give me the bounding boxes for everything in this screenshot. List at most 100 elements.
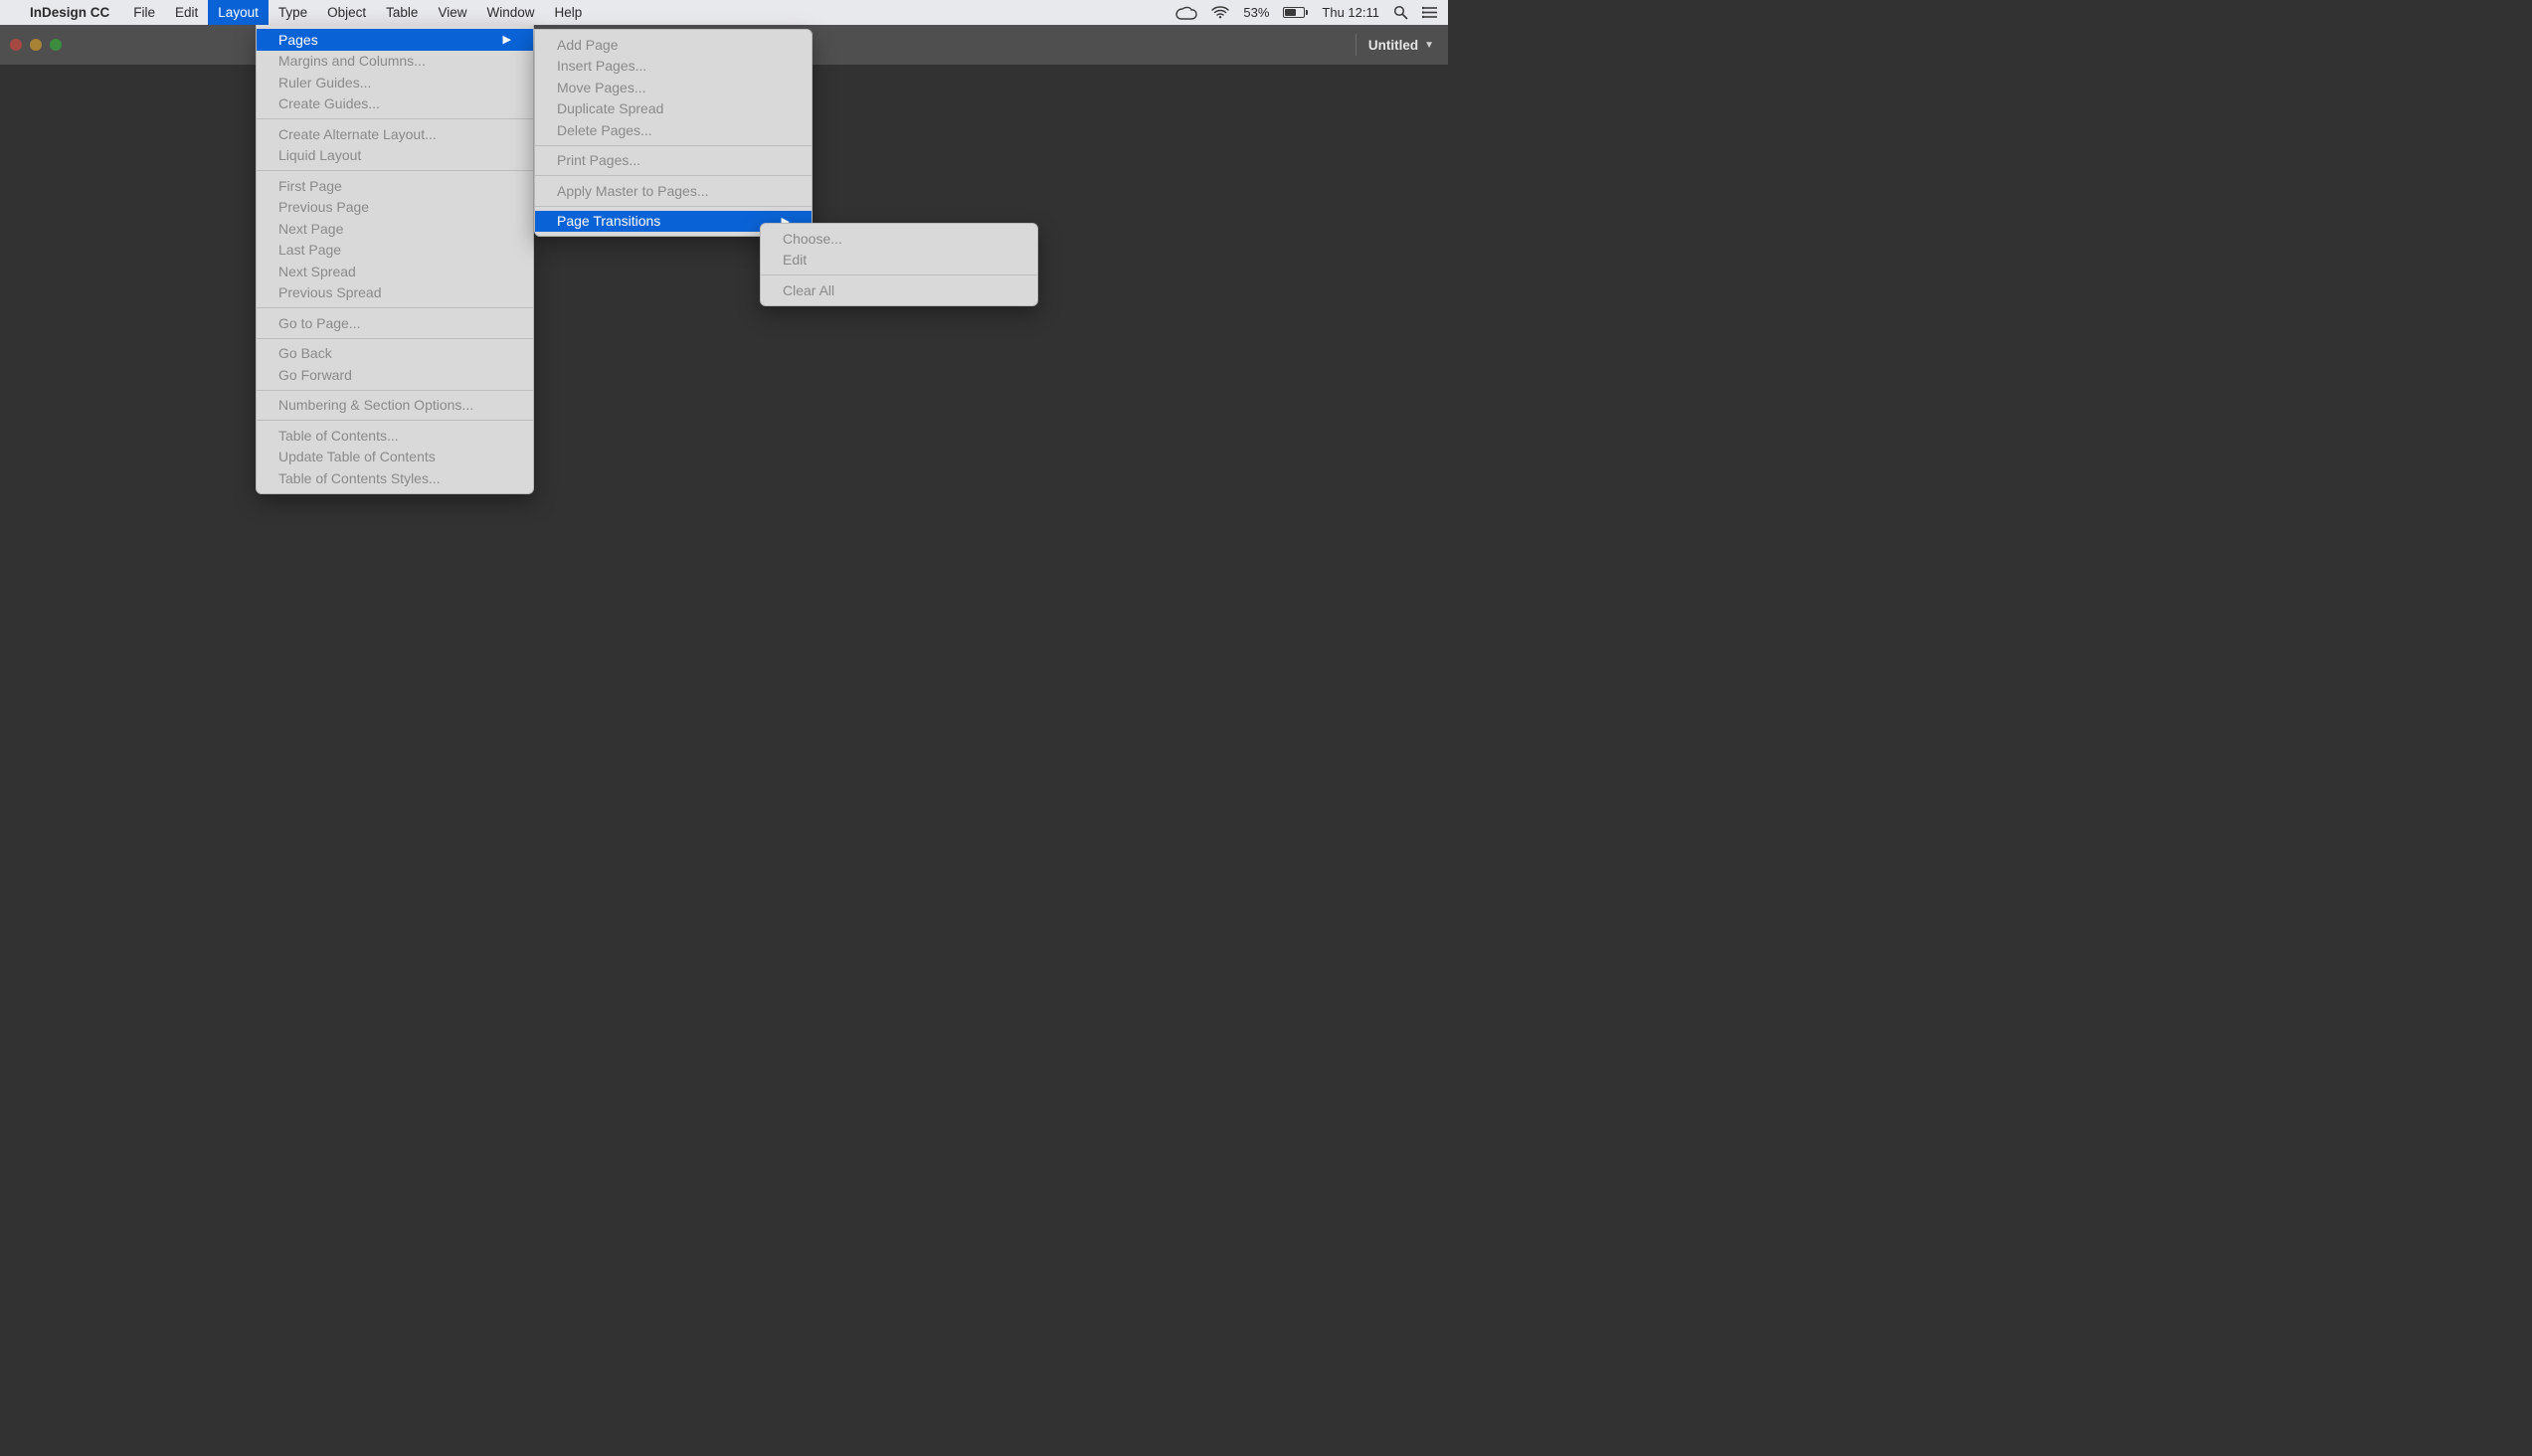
menu-item-label: Go to Page... — [278, 315, 361, 331]
menubar-item-type[interactable]: Type — [269, 0, 317, 25]
menu-item-label: Edit — [783, 252, 807, 268]
macos-menubar: InDesign CC FileEditLayoutTypeObjectTabl… — [0, 0, 1448, 25]
creative-cloud-icon[interactable] — [1176, 6, 1197, 20]
transitions-menu-item-clear-all: Clear All — [761, 279, 1037, 301]
menu-item-label: Go Back — [278, 345, 332, 361]
pages-menu-item-add-page: Add Page — [535, 34, 812, 56]
menu-item-label: Print Pages... — [557, 152, 640, 168]
layout-menu-item-create-alternate-layout: Create Alternate Layout... — [257, 123, 533, 145]
menu-separator — [257, 338, 533, 339]
notification-center-icon[interactable] — [1422, 6, 1438, 19]
chevron-down-icon: ▼ — [1424, 40, 1434, 51]
layout-menu-item-previous-spread: Previous Spread — [257, 282, 533, 304]
menu-item-label: Previous Page — [278, 199, 369, 215]
menu-item-label: Create Alternate Layout... — [278, 126, 437, 142]
menubar-item-layout[interactable]: Layout — [208, 0, 269, 25]
layout-menu-item-go-back: Go Back — [257, 343, 533, 365]
menubar-item-object[interactable]: Object — [317, 0, 376, 25]
transitions-menu-item-edit: Edit — [761, 250, 1037, 272]
document-title: Untitled — [1368, 38, 1418, 53]
menu-item-label: Last Page — [278, 242, 341, 258]
layout-menu-dropdown: Pages ▶ Margins and Columns... Ruler Guides… — [256, 25, 534, 494]
layout-menu-item-margins-and-columns: Margins and Columns... — [257, 51, 533, 73]
layout-menu-item-ruler-guides: Ruler Guides... — [257, 72, 533, 93]
layout-menu-item-update-table-of-contents: Update Table of Contents — [257, 447, 533, 468]
menu-item-label: Ruler Guides... — [278, 75, 371, 91]
menu-item-label: First Page — [278, 178, 342, 194]
menubar-item-help[interactable]: Help — [544, 0, 592, 25]
menu-item-label: Insert Pages... — [557, 58, 646, 74]
menubar-item-table[interactable]: Table — [376, 0, 428, 25]
layout-menu-item-previous-page: Previous Page — [257, 197, 533, 219]
battery-icon[interactable] — [1283, 7, 1308, 18]
menubar-right: 53% Thu 12:11 — [1176, 5, 1438, 20]
page-transitions-submenu-dropdown: Choose... Edit Clear All — [760, 223, 1038, 306]
menu-item-label: Table of Contents Styles... — [278, 470, 441, 486]
layout-menu-item-first-page: First Page — [257, 175, 533, 197]
menu-item-label: Margins and Columns... — [278, 53, 426, 69]
menu-item-label: Liquid Layout — [278, 147, 361, 163]
menu-separator — [257, 170, 533, 171]
menu-item-label: Update Table of Contents — [278, 449, 436, 464]
menu-item-label: Next Page — [278, 221, 343, 237]
app-name[interactable]: InDesign CC — [30, 5, 109, 20]
layout-menu-item-pages[interactable]: Pages ▶ — [257, 29, 533, 51]
battery-level — [1285, 9, 1296, 16]
battery-percent: 53% — [1243, 5, 1269, 20]
menu-separator — [257, 390, 533, 391]
menubar-item-window[interactable]: Window — [476, 0, 544, 25]
menu-item-label: Create Guides... — [278, 95, 380, 111]
window-minimize-button[interactable] — [30, 39, 42, 51]
menu-separator — [535, 175, 812, 176]
submenu-arrow-icon: ▶ — [503, 33, 511, 46]
window-traffic-lights — [10, 39, 62, 51]
document-title-dropdown[interactable]: Untitled ▼ — [1356, 34, 1434, 56]
menu-item-label: Next Spread — [278, 264, 356, 279]
menu-item-label: Duplicate Spread — [557, 100, 663, 116]
clock[interactable]: Thu 12:11 — [1322, 5, 1379, 20]
spotlight-search-icon[interactable] — [1393, 5, 1408, 20]
menu-item-label: Pages — [278, 32, 318, 48]
layout-menu-item-last-page: Last Page — [257, 240, 533, 262]
layout-menu-item-next-spread: Next Spread — [257, 261, 533, 282]
menubar-item-file[interactable]: File — [123, 0, 165, 25]
layout-menu-item-next-page: Next Page — [257, 218, 533, 240]
pages-menu-item-apply-master-to-pages: Apply Master to Pages... — [535, 180, 812, 202]
layout-menu-item-numbering-section-options: Numbering & Section Options... — [257, 395, 533, 417]
window-maximize-button[interactable] — [50, 39, 62, 51]
menu-separator — [535, 206, 812, 207]
menu-item-label: Choose... — [783, 231, 842, 247]
pages-menu-item-insert-pages: Insert Pages... — [535, 56, 812, 78]
menu-separator — [257, 307, 533, 308]
menu-item-label: Table of Contents... — [278, 428, 399, 444]
menu-item-label: Go Forward — [278, 367, 352, 383]
menubar-item-edit[interactable]: Edit — [165, 0, 208, 25]
menu-item-label: Page Transitions — [557, 213, 660, 229]
menubar-item-view[interactable]: View — [428, 0, 476, 25]
layout-menu-item-create-guides: Create Guides... — [257, 93, 533, 115]
menu-item-label: Clear All — [783, 282, 834, 298]
menu-separator — [761, 274, 1037, 275]
menu-item-label: Add Page — [557, 37, 619, 53]
layout-menu-item-liquid-layout: Liquid Layout — [257, 145, 533, 167]
pages-menu-item-delete-pages: Delete Pages... — [535, 119, 812, 141]
pages-menu-item-move-pages: Move Pages... — [535, 77, 812, 98]
menu-item-label: Numbering & Section Options... — [278, 397, 473, 413]
menu-separator — [257, 420, 533, 421]
transitions-menu-item-choose: Choose... — [761, 228, 1037, 250]
layout-menu-item-table-of-contents: Table of Contents... — [257, 425, 533, 447]
pages-menu-item-print-pages: Print Pages... — [535, 150, 812, 172]
menu-item-label: Move Pages... — [557, 80, 646, 95]
wifi-icon[interactable] — [1211, 6, 1229, 19]
menu-item-label: Apply Master to Pages... — [557, 183, 709, 199]
pages-menu-item-duplicate-spread: Duplicate Spread — [535, 98, 812, 120]
layout-menu-item-go-forward: Go Forward — [257, 364, 533, 386]
pages-submenu-dropdown: Add Page Insert Pages... Move Pages... Dupl… — [534, 29, 813, 237]
window-close-button[interactable] — [10, 39, 22, 51]
layout-menu-item-go-to-page: Go to Page... — [257, 312, 533, 334]
menu-item-label: Delete Pages... — [557, 122, 652, 138]
layout-menu-item-table-of-contents-styles: Table of Contents Styles... — [257, 467, 533, 489]
menu-separator — [257, 118, 533, 119]
menubar-items: FileEditLayoutTypeObjectTableViewWindowH… — [123, 0, 592, 25]
menu-separator — [535, 145, 812, 146]
